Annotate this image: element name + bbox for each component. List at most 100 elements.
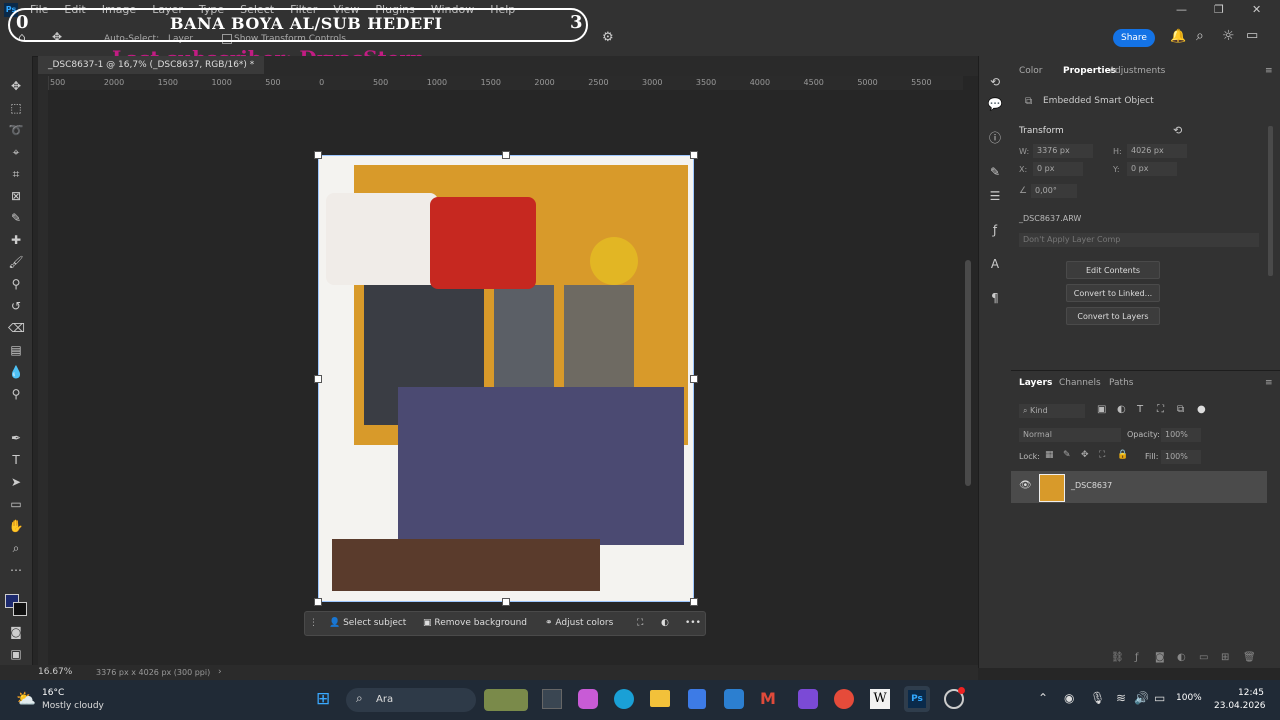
tab-adjustments[interactable]: Adjustments — [1109, 66, 1165, 76]
weather-temperature[interactable]: 16°C — [42, 688, 64, 698]
opacity-field[interactable]: 100% — [1161, 428, 1201, 442]
new-group-icon[interactable]: ▭ — [1199, 652, 1208, 663]
transform-handle-right[interactable] — [690, 375, 698, 383]
eraser-tool-icon[interactable]: ⌫ — [8, 320, 25, 336]
healing-brush-tool-icon[interactable]: ✚ — [8, 232, 24, 248]
windows-start-icon[interactable]: ⊞ — [316, 689, 330, 709]
layer-row[interactable]: 👁 _DSC8637 — [1011, 471, 1267, 503]
layer-comp-dropdown[interactable]: Don't Apply Layer Comp — [1019, 233, 1259, 247]
convert-to-linked-button[interactable]: Convert to Linked... — [1066, 284, 1160, 302]
filter-toggle-icon[interactable]: ● — [1197, 404, 1206, 415]
filter-type-layer-icon[interactable]: T — [1137, 404, 1143, 415]
lock-position-icon[interactable]: ✥ — [1081, 450, 1089, 460]
transform-handle-top-right[interactable] — [690, 151, 698, 159]
transform-handle-left[interactable] — [314, 375, 322, 383]
delete-layer-trash-icon[interactable]: 🗑 — [1243, 652, 1256, 663]
gmail-icon[interactable]: M — [760, 689, 780, 709]
transform-handle-bottom-left[interactable] — [314, 598, 322, 606]
link-layers-icon[interactable]: ⛓ — [1111, 652, 1124, 663]
reset-transform-icon[interactable]: ⟲ — [1173, 124, 1182, 137]
filter-pixel-layer-icon[interactable]: ▣ — [1097, 404, 1106, 415]
weather-cloud-sun-icon[interactable]: ⛅ — [16, 689, 36, 708]
file-explorer-icon[interactable] — [650, 690, 670, 707]
filter-smart-object-icon[interactable]: ⧉ — [1177, 404, 1184, 415]
tab-paths[interactable]: Paths — [1109, 378, 1133, 388]
outlook-icon[interactable] — [724, 689, 744, 709]
hand-tool-icon[interactable]: ✋ — [8, 518, 24, 534]
zoom-tool-icon[interactable]: ⌕ — [8, 540, 24, 556]
taskbar-search-box[interactable]: ⌕ Ara — [346, 688, 476, 712]
brush-settings-panel-icon[interactable]: ✎ — [987, 164, 1003, 180]
properties-panel-menu-icon[interactable]: ≡ — [1265, 66, 1273, 76]
rectangle-tool-icon[interactable]: ▭ — [8, 496, 24, 512]
gradient-tool-icon[interactable]: ▤ — [8, 342, 24, 358]
transform-handle-top[interactable] — [502, 151, 510, 159]
copilot-icon[interactable] — [578, 689, 598, 709]
weather-condition[interactable]: Mostly cloudy — [42, 701, 104, 711]
properties-scrollbar[interactable] — [1268, 126, 1273, 276]
blur-tool-icon[interactable]: 💧 — [8, 364, 24, 380]
type-tool-icon[interactable]: T — [8, 452, 24, 468]
minimize-button[interactable]: — — [1176, 0, 1187, 20]
eyedropper-tool-icon[interactable]: ✎ — [8, 210, 24, 226]
microsoft-store-icon[interactable] — [688, 689, 706, 709]
layer-filter-kind-dropdown[interactable]: ⌕ Kind — [1019, 404, 1085, 418]
microphone-icon[interactable]: 🎙 — [1090, 691, 1105, 705]
tab-color[interactable]: Color — [1019, 66, 1043, 76]
close-button[interactable]: ✕ — [1252, 0, 1261, 20]
drag-handle-icon[interactable]: ⋮ — [309, 612, 318, 635]
info-panel-icon[interactable]: ⓘ — [987, 130, 1003, 146]
lasso-tool-icon[interactable]: ➰ — [8, 122, 24, 138]
volume-icon[interactable]: 🔊 — [1134, 691, 1149, 705]
comments-panel-icon[interactable]: 💬 — [987, 96, 1003, 112]
adjustments-panel-icon[interactable]: ☰ — [987, 188, 1003, 204]
object-selection-tool-icon[interactable]: ⌖ — [8, 144, 24, 160]
battery-percentage[interactable]: 100% — [1176, 693, 1202, 703]
height-field[interactable]: 4026 px — [1127, 144, 1187, 158]
convert-to-layers-button[interactable]: Convert to Layers — [1066, 307, 1160, 325]
show-hidden-icons-chevron-icon[interactable]: ⌃ — [1038, 691, 1048, 705]
more-options-button[interactable]: ••• — [685, 612, 701, 635]
character-panel-icon[interactable]: A — [987, 256, 1003, 272]
select-subject-button[interactable]: 👤 Select subject — [329, 612, 406, 635]
marquee-tool-icon[interactable]: ⬚ — [8, 100, 24, 116]
search-icon[interactable]: ⌕ — [1196, 28, 1204, 44]
layer-style-fx-icon[interactable]: ƒ — [1135, 652, 1139, 663]
move-tool-icon[interactable]: ✥ — [8, 78, 24, 94]
lock-artboard-icon[interactable]: ⛶ — [1099, 450, 1105, 460]
mask-icon[interactable]: ◐ — [661, 612, 669, 635]
edge-browser-icon[interactable] — [614, 689, 634, 709]
filter-adjustment-layer-icon[interactable]: ◐ — [1117, 404, 1126, 415]
wifi-icon[interactable]: ≋ — [1116, 691, 1126, 705]
document-tab[interactable]: _DSC8637-1 @ 16,7% (_DSC8637, RGB/16*) * — [38, 56, 265, 74]
screen-mode-icon[interactable]: ▣ — [8, 646, 24, 662]
angle-field[interactable]: 0,00° — [1031, 184, 1077, 198]
frame-tool-icon[interactable]: ⊠ — [8, 188, 24, 204]
notifications-bell-icon[interactable]: 🔔 — [1170, 29, 1186, 44]
background-color-swatch[interactable] — [13, 602, 27, 616]
history-panel-icon[interactable]: ⟲ — [987, 74, 1003, 90]
blend-mode-dropdown[interactable]: Normal — [1019, 428, 1121, 442]
transform-icon[interactable]: ⛶ — [637, 612, 643, 635]
crop-tool-icon[interactable]: ⌗ — [8, 166, 24, 182]
canvas-area[interactable] — [48, 90, 971, 674]
lock-transparent-icon[interactable]: ▦ — [1045, 450, 1054, 460]
workspace-icon[interactable]: ▭ — [1246, 28, 1258, 43]
new-adjustment-layer-icon[interactable]: ◐ — [1177, 652, 1186, 663]
clock-time[interactable]: 12:45 — [1238, 688, 1264, 698]
tab-channels[interactable]: Channels — [1059, 378, 1101, 388]
chrome-icon[interactable] — [834, 689, 854, 709]
edit-contents-button[interactable]: Edit Contents — [1066, 261, 1160, 279]
transform-handle-bottom[interactable] — [502, 598, 510, 606]
search-highlight-image[interactable] — [484, 689, 528, 711]
dodge-tool-icon[interactable]: ⚲ — [8, 386, 24, 402]
discord-tray-icon[interactable]: ◉ — [1064, 691, 1074, 705]
discover-icon[interactable]: ☼ — [1222, 28, 1235, 44]
visual-studio-icon[interactable] — [798, 689, 818, 709]
layer-visibility-eye-icon[interactable]: 👁 — [1019, 480, 1032, 491]
y-field[interactable]: 0 px — [1127, 162, 1177, 176]
paragraph-panel-icon[interactable]: ¶ — [987, 290, 1003, 306]
remove-background-button[interactable]: ▣ Remove background — [423, 612, 527, 635]
layers-panel-menu-icon[interactable]: ≡ — [1265, 378, 1273, 388]
filter-shape-layer-icon[interactable]: ⛶ — [1157, 404, 1164, 415]
